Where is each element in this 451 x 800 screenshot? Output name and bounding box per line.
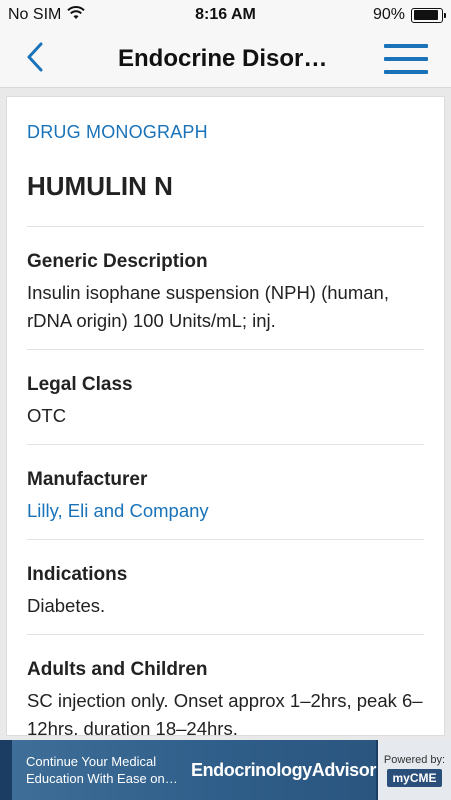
menu-button[interactable] — [384, 44, 428, 74]
field-generic-description: Generic Description Insulin isophane sus… — [27, 227, 424, 350]
hamburger-menu-icon-line — [384, 44, 428, 48]
cme-logo: myCME — [387, 769, 442, 787]
ad-banner[interactable]: Continue Your Medical Education With Eas… — [0, 740, 451, 800]
status-bar: No SIM 8:16 AM 90% — [0, 0, 451, 30]
field-indications: Indications Diabetes. — [27, 540, 424, 635]
hamburger-menu-icon-line — [384, 57, 428, 61]
field-label: Adults and Children — [27, 659, 208, 680]
field-adults-and-children: Adults and Children SC injection only. O… — [27, 635, 424, 736]
field-label: Generic Description — [27, 251, 208, 272]
field-label: Indications — [27, 564, 128, 585]
ad-tagline: Continue Your Medical Education With Eas… — [26, 754, 178, 786]
field-value: OTC — [27, 405, 67, 426]
back-button[interactable] — [20, 40, 50, 78]
ad-brand-logo: EndocrinologyAdvisor — [190, 759, 376, 780]
status-time: 8:16 AM — [195, 6, 256, 23]
field-value: Insulin isophane suspension (NPH) (human… — [27, 282, 389, 331]
powered-by-label: Powered by: — [383, 754, 446, 766]
field-value: SC injection only. Onset approx 1–2hrs, … — [27, 690, 423, 736]
ad-powered-by: Powered by: myCME — [378, 740, 451, 800]
page-title: Endocrine Disor… — [118, 45, 328, 72]
battery-fill — [413, 10, 438, 20]
ad-main[interactable]: Continue Your Medical Education With Eas… — [12, 740, 376, 800]
field-label: Legal Class — [27, 374, 133, 395]
battery-icon — [411, 7, 446, 23]
monograph-card: DRUG MONOGRAPH HUMULIN N Generic Descrip… — [6, 96, 445, 736]
hamburger-menu-icon-line — [384, 70, 428, 74]
field-value: Diabetes. — [27, 595, 106, 616]
section-label: DRUG MONOGRAPH — [27, 122, 208, 142]
field-legal-class: Legal Class OTC — [27, 350, 424, 445]
drug-name: HUMULIN N — [27, 171, 424, 227]
field-manufacturer: Manufacturer Lilly, Eli and Company — [27, 445, 424, 540]
field-label: Manufacturer — [27, 469, 148, 490]
navigation-bar: Endocrine Disor… — [0, 30, 451, 88]
chevron-left-icon — [26, 42, 44, 77]
manufacturer-link[interactable]: Lilly, Eli and Company — [27, 497, 424, 525]
